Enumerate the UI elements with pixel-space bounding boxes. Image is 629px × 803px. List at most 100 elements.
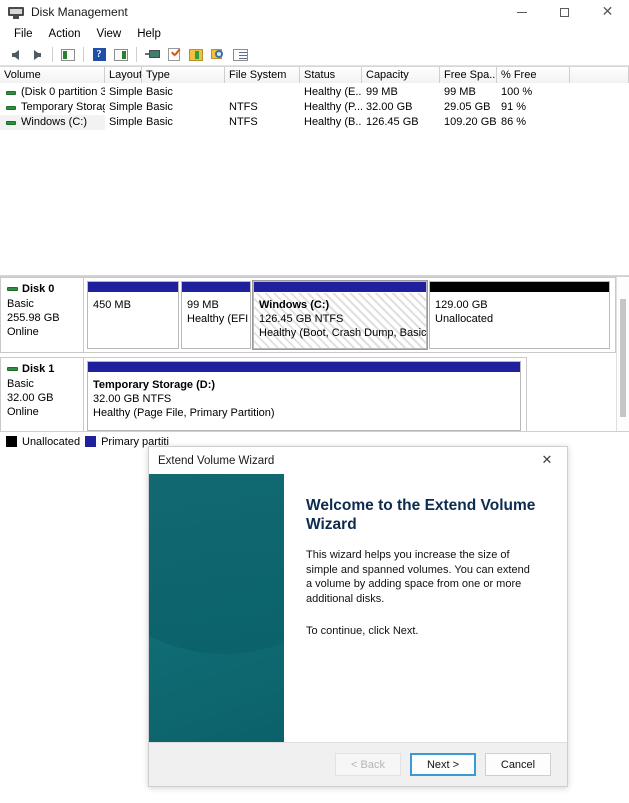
vertical-scrollbar[interactable]	[616, 277, 629, 451]
cell-volume: (Disk 0 partition 3)	[0, 85, 105, 100]
menubar: File Action View Help	[0, 24, 629, 44]
partition-status: Healthy (Boot, Crash Dump, Basic Dat	[259, 327, 426, 339]
scroll-up-button[interactable]	[617, 277, 629, 288]
disk-kind: Basic	[7, 378, 34, 390]
disk-header[interactable]: Disk 1 Basic 32.00 GB Online	[0, 357, 84, 435]
column-header-free-space[interactable]: Free Spa...	[440, 67, 497, 83]
column-header-layout[interactable]: Layout	[105, 67, 142, 83]
volume-icon	[6, 90, 16, 95]
partition-block[interactable]: Windows (C:) 126.45 GB NTFS Healthy (Boo…	[252, 280, 428, 350]
wizard-close-button[interactable]: ✕	[527, 447, 567, 474]
cell-status: Healthy (P...	[304, 101, 362, 113]
legend-swatch-unallocated	[6, 436, 17, 447]
wizard-banner-image	[149, 474, 284, 742]
partition-label: Temporary Storage (D:)	[93, 379, 216, 391]
wizard-body: Welcome to the Extend Volume Wizard This…	[149, 474, 567, 742]
column-header-spacer[interactable]	[570, 67, 629, 83]
disk-state: Online	[7, 406, 39, 418]
new-volume-icon[interactable]	[185, 45, 207, 65]
legend-swatch-primary-partition	[85, 436, 97, 447]
toolbar-separator	[52, 47, 53, 62]
disk-partitions: Temporary Storage (D:) 32.00 GB NTFS Hea…	[84, 357, 527, 435]
close-button[interactable]: ✕	[586, 0, 629, 24]
toolbar: ?	[0, 44, 629, 66]
partition-size: 129.00 GB	[435, 299, 488, 311]
maximize-button[interactable]	[543, 0, 586, 24]
disk-row: Disk 1 Basic 32.00 GB Online Temporary S…	[0, 357, 527, 435]
volume-list: Volume Layout Type File System Status Ca…	[0, 66, 629, 276]
back-button[interactable]: < Back	[335, 753, 401, 776]
cell-volume: Temporary Storag...	[0, 100, 105, 115]
menu-help[interactable]: Help	[130, 26, 170, 42]
cell-capacity: 126.45 GB	[366, 116, 419, 128]
table-row[interactable]: (Disk 0 partition 3) Simple Basic Health…	[0, 85, 629, 100]
minimize-button[interactable]	[500, 0, 543, 24]
table-row[interactable]: Temporary Storag... Simple Basic NTFS He…	[0, 100, 629, 115]
cell-type: Basic	[146, 101, 173, 113]
rescan-disks-icon[interactable]	[141, 45, 163, 65]
cell-free-space: 109.20 GB	[444, 116, 497, 128]
show-hide-console-tree-icon[interactable]	[57, 45, 79, 65]
volume-icon	[6, 105, 16, 110]
disk-title: Disk 1	[7, 363, 83, 375]
partition-size: 32.00 GB NTFS	[93, 393, 172, 405]
disk-icon	[7, 367, 18, 371]
partition-block[interactable]: Temporary Storage (D:) 32.00 GB NTFS Hea…	[87, 361, 521, 431]
column-header-file-system[interactable]: File System	[225, 67, 300, 83]
disk-partitions: 450 MB 99 MB Healthy (EFI Windows (C:) 1…	[84, 277, 616, 353]
partition-size: 450 MB	[93, 299, 131, 311]
forward-icon[interactable]	[26, 45, 48, 65]
cell-volume-label: (Disk 0 partition 3)	[21, 86, 105, 98]
back-icon[interactable]	[4, 45, 26, 65]
cell-file-system: NTFS	[229, 101, 258, 113]
partition-label: Windows (C:)	[259, 299, 330, 311]
banner-arc-shape	[149, 474, 284, 654]
wizard-title: Extend Volume Wizard	[158, 454, 275, 467]
cell-layout: Simple	[109, 86, 142, 98]
partition-info: 99 MB Healthy (EFI	[182, 293, 250, 348]
cell-layout: Simple	[109, 116, 142, 128]
menu-view[interactable]: View	[90, 26, 131, 42]
disk-header[interactable]: Disk 0 Basic 255.98 GB Online	[0, 277, 84, 353]
toolbar-separator	[136, 47, 137, 62]
menu-action[interactable]: Action	[42, 26, 90, 42]
wizard-description: This wizard helps you increase the size …	[306, 549, 530, 605]
volume-list-empty-area	[0, 130, 629, 275]
next-button[interactable]: Next >	[410, 753, 476, 776]
show-hide-action-pane-icon[interactable]	[110, 45, 132, 65]
partition-info: Windows (C:) 126.45 GB NTFS Healthy (Boo…	[254, 293, 426, 348]
help-icon[interactable]: ?	[88, 45, 110, 65]
toolbar-separator	[83, 47, 84, 62]
properties-icon[interactable]	[163, 45, 185, 65]
scrollbar-thumb[interactable]	[620, 299, 626, 417]
cancel-button[interactable]: Cancel	[485, 753, 551, 776]
column-header-capacity[interactable]: Capacity	[362, 67, 440, 83]
disk-name: Disk 0	[22, 283, 55, 295]
partition-status: Healthy (Page File, Primary Partition)	[93, 407, 275, 419]
disk-management-icon	[8, 4, 24, 20]
extend-volume-wizard-dialog: Extend Volume Wizard ✕ Welcome to the Ex…	[148, 446, 568, 787]
cell-type: Basic	[146, 86, 173, 98]
wizard-titlebar: Extend Volume Wizard ✕	[149, 447, 567, 474]
cell-percent-free: 91 %	[501, 101, 527, 113]
legend-label-unallocated: Unallocated	[22, 435, 81, 448]
disk-icon	[7, 287, 18, 291]
disk-size: 255.98 GB	[7, 312, 60, 324]
cell-file-system	[225, 85, 300, 100]
column-header-status[interactable]: Status	[300, 67, 362, 83]
partition-block[interactable]: 129.00 GB Unallocated	[429, 281, 610, 349]
menu-file[interactable]: File	[7, 26, 42, 42]
disk-title: Disk 0	[7, 283, 83, 295]
column-header-volume[interactable]: Volume	[0, 67, 105, 83]
partition-info: 129.00 GB Unallocated	[430, 293, 609, 348]
table-row[interactable]: Windows (C:) Simple Basic NTFS Healthy (…	[0, 115, 629, 130]
column-header-percent-free[interactable]: % Free	[497, 67, 570, 83]
partition-capacity-bar	[254, 282, 426, 293]
partition-status: Healthy (EFI	[187, 313, 249, 325]
details-icon[interactable]	[229, 45, 251, 65]
column-header-type[interactable]: Type	[142, 67, 225, 83]
search-icon[interactable]	[207, 45, 229, 65]
partition-size: 126.45 GB NTFS	[259, 313, 344, 325]
partition-block[interactable]: 450 MB	[87, 281, 179, 349]
partition-block[interactable]: 99 MB Healthy (EFI	[181, 281, 251, 349]
